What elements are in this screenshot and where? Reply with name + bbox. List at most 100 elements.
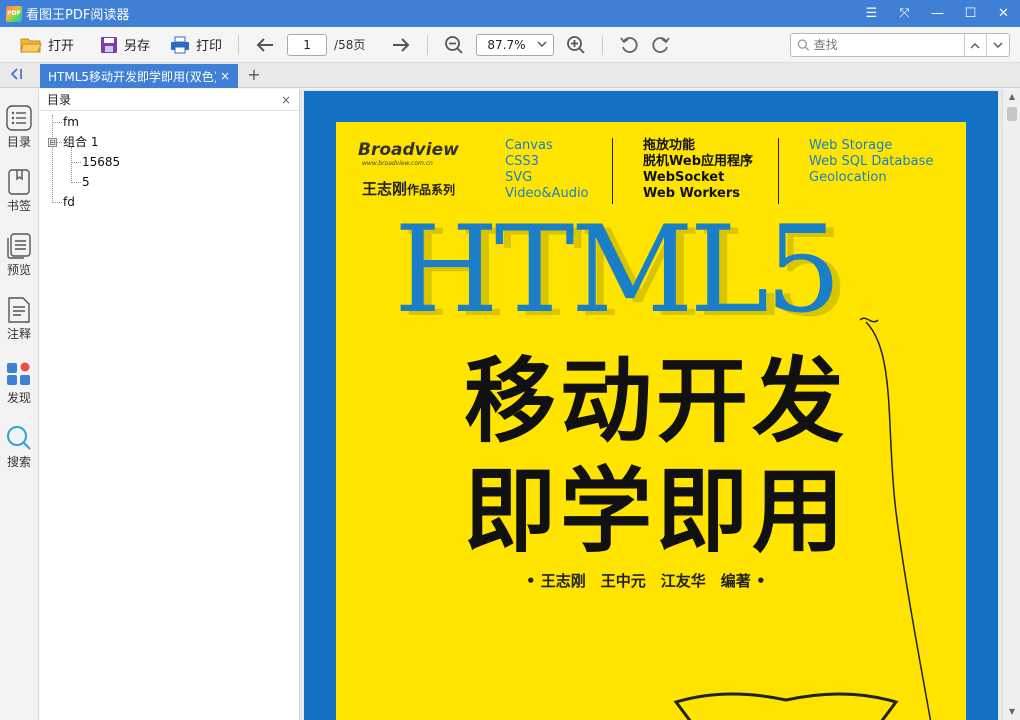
toolbar-divider [238,34,240,55]
tree-connector [52,202,62,203]
tab-close-icon[interactable]: × [220,69,230,83]
tree-collapse-toggle[interactable]: ⊟ [48,138,57,147]
window-controls: ☰ ⤧ — ☐ ✕ [855,0,1020,27]
tree-connector [71,147,72,183]
print-label: 打印 [196,39,223,54]
cover-big-title: HTML5 [394,201,842,340]
fullscreen-icon[interactable]: ⤧ [888,0,921,27]
mask-illustration-icon [673,692,899,720]
tab-document[interactable]: HTML5移动开发即学即用(双色) × [40,64,238,88]
add-tab-button[interactable]: + [246,66,262,84]
outline-item[interactable]: 组合 1 [63,134,98,150]
chevron-down-icon [537,41,547,48]
search-icon [7,426,31,450]
scroll-down-icon[interactable]: ▼ [1003,704,1020,720]
vertical-scrollbar[interactable]: ▲ ▼ [1002,89,1020,720]
series-name: 王志刚作品系列 [362,178,455,199]
toolbar: 打开 另存 打印 1 /58页 87.7% [0,27,1020,63]
cover-divider [778,138,779,204]
rail-label: 发现 [6,391,31,405]
feature-item: 脱机Web应用程序 [643,154,753,169]
outline-item[interactable]: 15685 [82,154,120,170]
search-box [790,33,1010,57]
features-col1: Canvas CSS3 SVG Video&Audio [505,138,589,202]
feature-item: Web SQL Database [809,154,934,169]
rail-item-toc[interactable]: 目录 [0,105,38,163]
collapse-sidebar-button[interactable] [8,67,28,83]
rail-label: 预览 [6,263,31,277]
features-col3: Web Storage Web SQL Database Geolocation [809,138,933,186]
pdf-page: Broadview www.broadview.com.cn 王志刚作品系列 C… [304,91,998,720]
outline-item[interactable]: fm [63,114,79,130]
search-prev-button[interactable] [963,34,987,56]
collapse-left-icon [10,68,22,80]
tab-bar: HTML5移动开发即学即用(双色) × + [0,63,1020,88]
rail-item-bookmark[interactable]: 书签 [0,169,38,227]
zoom-out-button[interactable] [438,31,470,59]
outline-item[interactable]: fd [63,194,75,210]
rail-label: 书签 [6,199,31,213]
outline-header: 目录 × [39,89,299,111]
outline-title: 目录 [47,93,72,107]
features-col2: 拖放功能 脱机Web应用程序 WebSocket Web Workers [643,138,753,202]
feature-item: Video&Audio [505,186,589,201]
zoom-in-icon [567,35,586,54]
zoom-in-button[interactable] [560,31,592,59]
folder-icon [20,38,42,52]
rotate-right-button[interactable] [645,31,677,59]
close-icon[interactable]: ✕ [987,0,1020,27]
book-cover: Broadview www.broadview.com.cn 王志刚作品系列 C… [336,122,966,720]
arrow-right-icon [393,37,410,52]
zoom-value: 87.7% [487,37,526,52]
tree-connector [71,162,81,163]
title-bar: PDF 看图王PDF阅读器 ☰ ⤧ — ☐ ✕ [0,0,1020,27]
tab-document-label: HTML5移动开发即学即用(双色) [48,69,216,84]
feature-item: Web Storage [809,138,893,153]
save-icon [101,36,118,53]
arrow-left-icon [256,37,274,52]
cover-zh-title-line1: 移动开发 [464,348,849,455]
search-input[interactable] [809,34,964,56]
series-suffix: 作品系列 [407,183,456,197]
prev-page-button[interactable] [249,31,281,59]
minimize-icon[interactable]: — [921,0,954,27]
thumbnails-icon [7,233,31,259]
tree-connector [57,142,62,143]
open-button[interactable]: 打开 [14,31,80,59]
search-icon [797,39,810,51]
rail-item-discover[interactable]: 发现 [0,361,38,419]
zoom-select[interactable]: 87.7% [476,33,555,56]
maximize-icon[interactable]: ☐ [954,0,987,27]
feature-item: 拖放功能 [643,138,696,153]
feature-item: SVG [505,170,533,185]
annotation-icon [8,297,30,323]
outline-close-icon[interactable]: × [281,93,291,107]
printer-icon [171,36,190,53]
feature-item: Canvas [505,138,553,153]
scroll-up-icon[interactable]: ▲ [1003,89,1020,105]
tree-connector [52,115,53,203]
menu-icon[interactable]: ☰ [855,0,888,27]
cover-zh-title-line2: 即学即用 [464,458,849,565]
save-as-button[interactable]: 另存 [94,31,156,59]
outline-item[interactable]: 5 [82,174,90,190]
feature-item: WebSocket [643,170,725,185]
search-next-button[interactable] [986,34,1009,56]
discover-icon [7,362,30,385]
rail-item-annotation[interactable]: 注释 [0,297,38,355]
next-page-button[interactable] [385,31,417,59]
rail-label: 注释 [6,327,31,341]
rail-item-search[interactable]: 搜索 [0,425,38,483]
open-label: 打开 [48,39,75,54]
page-number-input[interactable]: 1 [287,33,328,56]
print-button[interactable]: 打印 [164,31,228,59]
document-viewer[interactable]: Broadview www.broadview.com.cn 王志刚作品系列 C… [300,89,1020,720]
outline-panel: 目录 × ⊟ fm 组合 1 15685 5 fd [39,89,300,720]
page-total-label: /58页 [334,38,366,52]
rotate-left-button[interactable] [613,31,645,59]
toc-icon [6,105,32,131]
rail-item-preview[interactable]: 预览 [0,233,38,291]
feature-item: CSS3 [505,154,539,169]
rail-label: 搜索 [6,455,31,469]
scroll-thumb[interactable] [1007,107,1017,121]
